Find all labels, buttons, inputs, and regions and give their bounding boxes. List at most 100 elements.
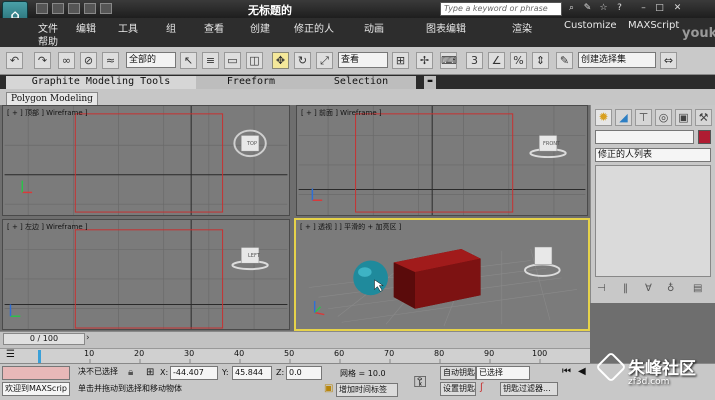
viewport-front-label[interactable]: [ + ] 前面 ] Wireframe ] [301,108,382,118]
close-icon[interactable]: ✕ [672,3,683,14]
key-mode-dropdown[interactable]: 已选择 [476,366,530,380]
select-and-scale-icon[interactable]: ⤢ [316,52,333,69]
menu-tools[interactable]: 工具 [118,20,138,35]
unlink-icon[interactable]: ⊘ [80,52,97,69]
ruler-tick-60: 60 [334,349,345,358]
bind-space-warp-icon[interactable]: ≈ [102,52,119,69]
selection-lock-icon[interactable]: 🔒︎ [128,367,133,378]
pin-stack-icon[interactable]: ⊣ [597,283,606,294]
keyboard-shortcut-override-icon[interactable]: ⌨ [440,52,457,69]
viewcube-left-face[interactable]: LEFT [248,253,260,259]
open-file-icon[interactable] [52,3,64,14]
remove-modifier-icon[interactable]: ♁ [667,283,674,294]
menu-create[interactable]: 创建 [250,20,270,35]
viewport-top[interactable]: [ + ] 顶部 ] Wireframe ] TOP [2,105,290,216]
menu-rendering[interactable]: 渲染 [512,20,532,35]
viewcube-top-face[interactable]: TOP [247,141,257,147]
previous-frame-icon[interactable]: ◀ [578,366,586,377]
undo-icon[interactable]: ↶ [6,52,23,69]
menu-view[interactable]: 查看 [204,20,224,35]
viewport-perspective[interactable]: [ + ] 透视 ] ] 平滑的 + 加亮区 ] [294,218,590,331]
maxscript-listener-pink[interactable] [2,366,70,380]
maxscript-mini-listener[interactable]: 欢迎到MAXScrip [2,382,70,396]
select-and-link-icon[interactable]: ∞ [58,52,75,69]
subscription-icon[interactable]: ✎ [582,3,593,14]
display-panel-icon[interactable]: ▣ [675,109,692,126]
show-end-result-icon[interactable]: ‖ [623,283,628,294]
viewcube-front-face[interactable]: FRONT [543,141,560,147]
mini-curve-editor-icon[interactable]: ☰ [6,349,15,360]
tab-graphite-modeling-tools[interactable]: Graphite Modeling Tools [6,76,196,89]
x-coordinate-field[interactable]: -44.407 [170,366,218,380]
viewport-left[interactable]: [ + ] 左边 ] Wireframe ] LEFT [2,219,290,330]
modify-panel-icon[interactable]: ◢ [615,109,632,126]
viewport-top-label[interactable]: [ + ] 顶部 ] Wireframe ] [7,108,88,118]
time-slider[interactable]: 0 / 100 [3,333,85,345]
menu-help[interactable]: 帮助 [38,33,58,48]
save-file-icon[interactable] [68,3,80,14]
menu-modifiers[interactable]: 修正的人 [294,20,334,35]
rectangular-selection-icon[interactable]: ▭ [224,52,241,69]
menu-animation[interactable]: 动画 [364,20,384,35]
tab-selection[interactable]: Selection [306,76,416,89]
angle-snap-icon[interactable]: ∠ [488,52,505,69]
mirror-icon[interactable]: ⇔ [660,52,677,69]
motion-panel-icon[interactable]: ◎ [655,109,672,126]
selection-filter-dropdown[interactable]: 全部的 [126,52,176,68]
redo-icon[interactable]: ↷ [34,52,51,69]
set-key-button[interactable]: 设置钥匙 [440,382,476,396]
binoculars-icon[interactable]: ⌕ [566,3,577,14]
tab-polygon-modeling[interactable]: Polygon Modeling [6,92,98,105]
select-and-move-icon[interactable]: ✥ [272,52,289,69]
help-icon[interactable]: ? [614,3,625,14]
viewport-left-label[interactable]: [ + ] 左边 ] Wireframe ] [7,222,88,232]
key-filters-button[interactable]: 钥匙过滤器... [500,382,558,396]
go-to-start-icon[interactable]: ⏮ [562,366,571,377]
key-tangent-icon[interactable]: ʃ [480,382,483,393]
viewport-front[interactable]: [ + ] 前面 ] Wireframe ] FRONT [296,105,588,216]
y-coordinate-field[interactable]: 45.844 [232,366,272,380]
minimize-icon[interactable]: – [638,3,649,14]
next-frame-arrow-icon[interactable]: › [86,333,96,345]
new-file-icon[interactable] [36,3,48,14]
menu-edit[interactable]: 编辑 [76,20,96,35]
named-selection-dropdown[interactable]: 创建选择集 [578,52,656,68]
modifier-stack[interactable] [595,165,711,277]
menu-maxscript[interactable]: MAXScript [628,20,679,31]
absolute-mode-icon[interactable]: ⊞ [146,367,154,378]
reference-coordinate-dropdown[interactable]: 查看 [338,52,388,68]
create-panel-icon[interactable]: ✹ [595,109,612,126]
object-name-input[interactable] [595,130,694,144]
auto-key-button[interactable]: 自动钥匙 [440,366,476,380]
spinner-snap-icon[interactable]: ⇕ [532,52,549,69]
modifier-list-dropdown[interactable]: 修正的人列表 [595,148,711,162]
search-input[interactable]: Type a keyword or phrase [440,2,562,16]
ribbon-options-icon[interactable]: ▬ [424,76,436,89]
viewport-perspective-label[interactable]: [ + ] 透视 ] ] 平滑的 + 加亮区 ] [300,222,401,232]
snap-toggle-icon[interactable]: 3 [466,52,483,69]
window-crossing-icon[interactable]: ◫ [246,52,263,69]
add-time-tag-button[interactable]: 增加时间标签 [336,383,398,397]
hierarchy-panel-icon[interactable]: ⊤ [635,109,652,126]
tab-freeform[interactable]: Freeform [196,76,306,89]
pivot-center-icon[interactable]: ⊞ [392,52,409,69]
utilities-panel-icon[interactable]: ⚒ [695,109,712,126]
menu-graph-editors[interactable]: 图表编辑 [426,20,466,35]
select-by-name-icon[interactable]: ≡ [202,52,219,69]
menu-customize[interactable]: Customize [564,20,617,31]
undo-quick-icon[interactable] [84,3,96,14]
maximize-icon[interactable]: □ [654,3,665,14]
z-coordinate-field[interactable]: 0.0 [286,366,322,380]
edit-named-selection-icon[interactable]: ✎ [556,52,573,69]
percent-snap-icon[interactable]: % [510,52,527,69]
configure-modifier-sets-icon[interactable]: ▤ [693,283,702,294]
make-unique-icon[interactable]: ∀ [645,283,652,294]
select-and-rotate-icon[interactable]: ↻ [294,52,311,69]
select-manipulate-icon[interactable]: ✢ [416,52,433,69]
menu-group[interactable]: 组 [166,20,176,35]
object-color-swatch[interactable] [698,130,711,144]
communication-icon[interactable]: ☆ [598,3,609,14]
select-object-icon[interactable]: ↖ [180,52,197,69]
watermark-site-text: 朱峰社区 [628,359,696,379]
redo-quick-icon[interactable] [100,3,112,14]
